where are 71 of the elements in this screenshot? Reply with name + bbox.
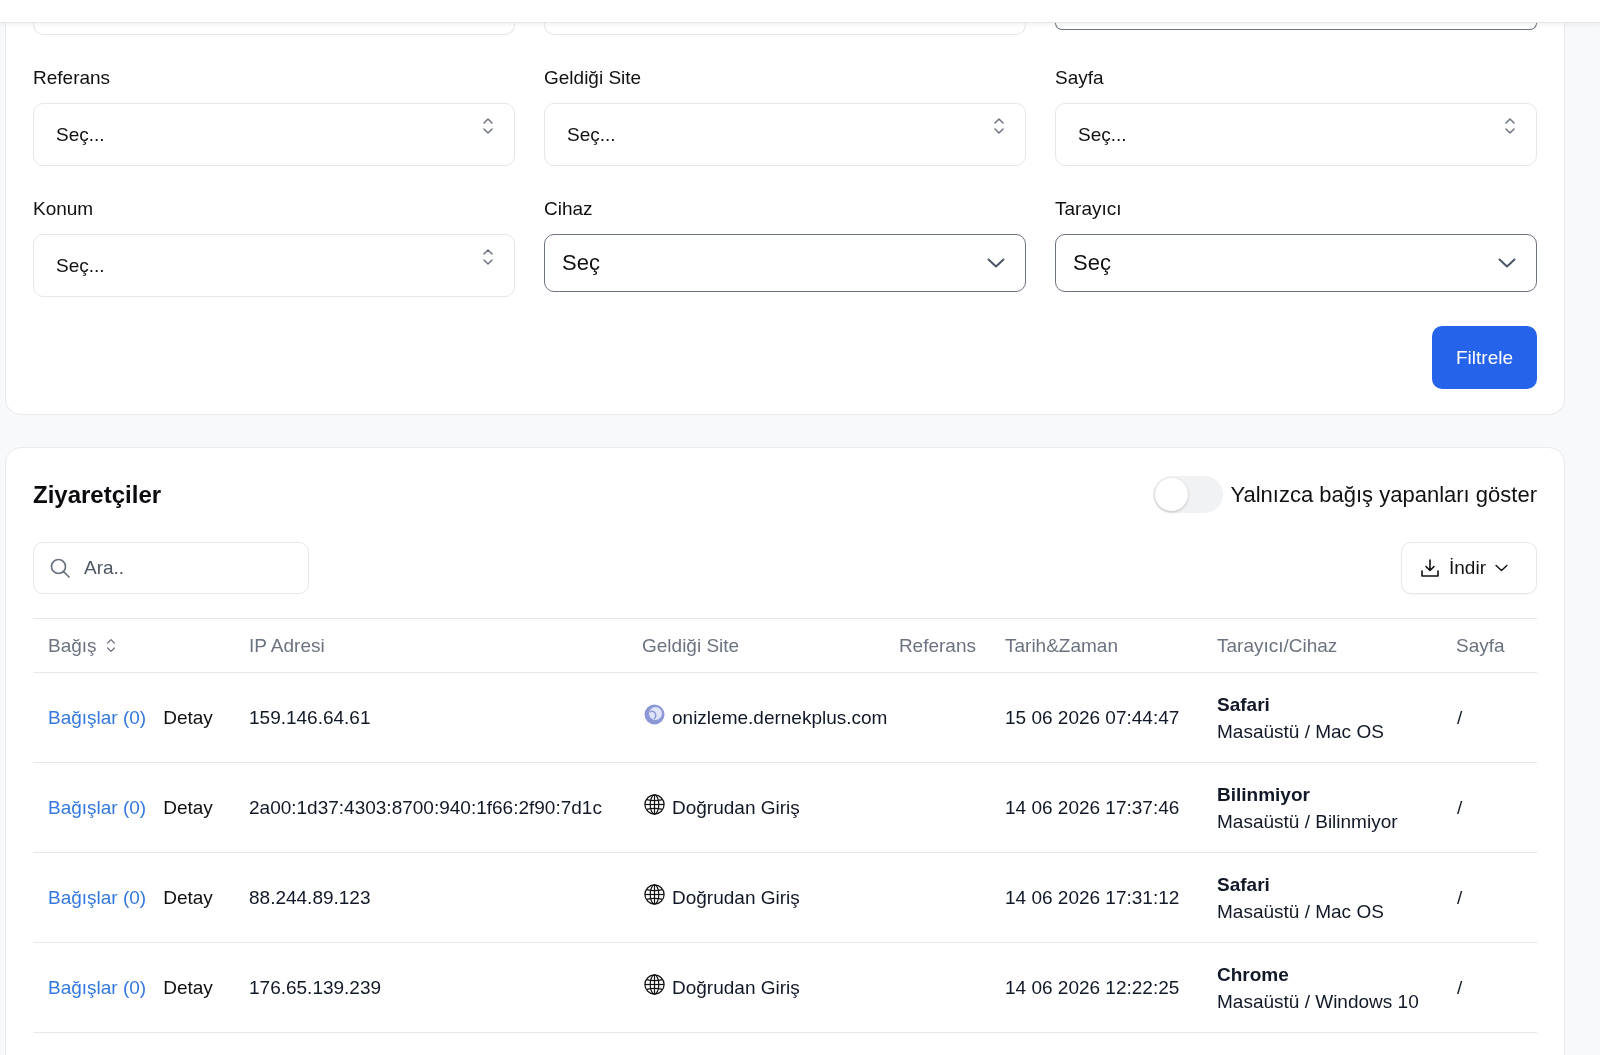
globe-icon [644,884,665,905]
visit-datetime: 14 06 2026 17:37:46 [1005,796,1180,819]
field-label: Tarayıcı [1055,197,1122,221]
page-path: / [1457,796,1463,819]
field-label: Sayfa [1055,66,1104,90]
select-field[interactable]: Seç [1055,234,1537,292]
field-label: Geldiği Site [544,66,642,90]
select-field[interactable]: Seç... [544,103,1026,166]
chevron-down-icon [987,258,1005,268]
detail-link[interactable]: Detay [163,886,213,909]
device-info: Masaüstü / Mac OS [1217,899,1384,924]
detail-link[interactable]: Detay [163,706,213,729]
visit-datetime: 14 06 2026 17:31:12 [1005,886,1180,909]
browser-name: Safari [1217,692,1270,717]
visit-datetime: 14 06 2026 12:22:25 [1005,976,1180,999]
search-icon [50,558,70,578]
detail-link[interactable]: Detay [163,796,213,819]
page-path: / [1457,886,1463,909]
chevron-down-icon [1498,258,1516,268]
source-site: onizleme.dernekplus.com [672,706,888,729]
column-header: Referans [898,634,976,657]
device-info: Masaüstü / Mac OS [1217,719,1384,744]
column-header: Tarih&Zaman [1005,634,1118,657]
filter-button[interactable]: Filtrele [1432,326,1537,389]
source-site: Doğrudan Giriş [672,976,800,999]
donations-link[interactable]: Bağışlar (0) [48,886,147,909]
page-path: / [1457,976,1463,999]
favicon-icon [644,704,665,725]
globe-icon [644,794,665,815]
browser-name: Bilinmiyor [1217,782,1310,807]
select-field[interactable]: Seç... [33,234,515,297]
ip-address: 88.244.89.123 [249,886,371,909]
download-button[interactable]: İndir [1401,542,1537,594]
select-field[interactable]: Seç... [33,103,515,166]
device-info: Masaüstü / Bilinmiyor [1217,809,1398,834]
browser-name: Chrome [1217,962,1289,987]
column-header: Geldiği Site [642,634,740,657]
select-field[interactable]: Seç [544,234,1026,292]
column-header: Sayfa [1456,634,1505,657]
ip-address: 2a00:1d37:4303:8700:940:1f66:2f90:7d1c [249,796,602,819]
up-down-chevron-icon [993,116,1005,136]
up-down-chevron-icon [1504,116,1516,136]
source-site: Doğrudan Giriş [672,886,800,909]
section-title: Ziyaretçiler [33,479,162,510]
donations-link[interactable]: Bağışlar (0) [48,706,147,729]
device-info: Masaüstü / Windows 10 [1217,989,1419,1014]
up-down-chevron-icon [482,247,494,267]
toggle-label: Yalnızca bağış yapanları göster [1230,481,1537,508]
column-header: IP Adresi [249,634,325,657]
browser-name: Safari [1217,872,1270,897]
sort-icon [105,637,116,654]
download-icon [1420,558,1440,578]
column-header: Tarayıcı/Cihaz [1217,634,1338,657]
ip-address: 176.65.139.239 [249,976,382,999]
up-down-chevron-icon [482,116,494,136]
toggle-switch[interactable] [1153,476,1224,513]
field-label: Referans [33,66,111,90]
detail-link[interactable]: Detay [163,976,213,999]
chevron-down-icon [1494,564,1508,572]
ip-address: 159.146.64.61 [249,706,371,729]
globe-icon [644,974,665,995]
donations-link[interactable]: Bağışlar (0) [48,976,147,999]
donations-link[interactable]: Bağışlar (0) [48,796,147,819]
field-label: Konum [33,197,94,221]
visit-datetime: 15 06 2026 07:44:47 [1005,706,1180,729]
select-field[interactable]: Seç... [1055,103,1537,166]
column-header[interactable]: Bağış [48,634,116,657]
source-site: Doğrudan Giriş [672,796,800,819]
page-path: / [1457,706,1463,729]
search-field[interactable]: Ara.. [33,542,309,594]
field-label: Cihaz [544,197,593,221]
